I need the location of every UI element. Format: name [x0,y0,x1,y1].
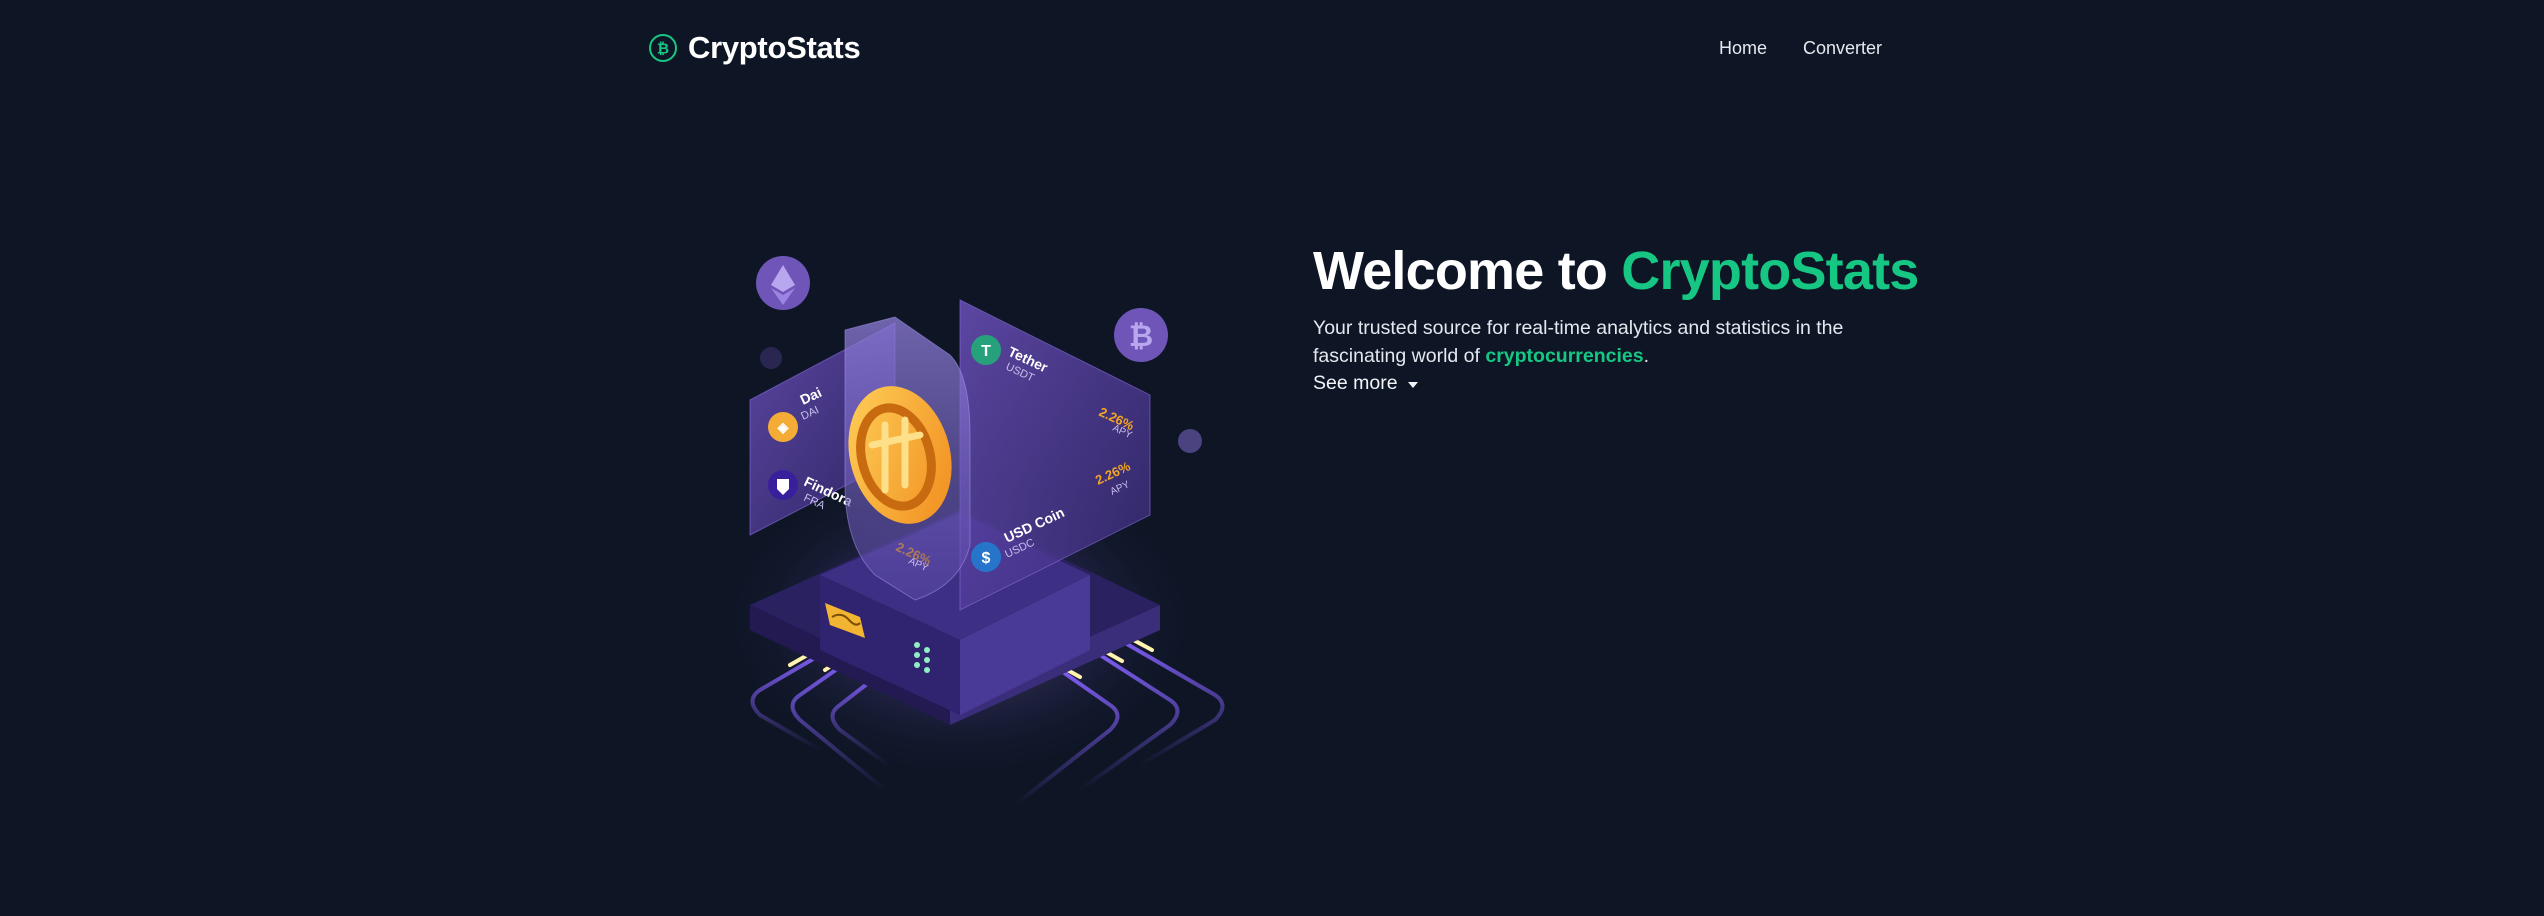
navbar: ₿ CryptoStats Home Converter [648,30,1882,66]
hero-description-highlight: cryptocurrencies [1485,345,1644,367]
hero-illustration: ◈ Dai DAI Findora FRA T Tether USDT 2.26… [660,245,1260,825]
svg-text:T: T [981,343,991,360]
ethereum-icon [756,256,810,310]
see-more-label: See more [1313,372,1398,394]
nav-links: Home Converter [1719,38,1882,59]
nav-link-home[interactable]: Home [1719,38,1767,59]
caret-down-icon [1407,381,1418,388]
hero-title: Welcome to CryptoStats [1313,240,1919,302]
see-more-button[interactable]: See more [1313,372,1418,395]
orb-right [1178,429,1202,453]
bitcoin-icon: ₿ [1114,308,1168,362]
hero-description-end: . [1643,345,1650,367]
brand-logo-link[interactable]: ₿ CryptoStats [648,30,861,66]
svg-text:$: $ [982,550,991,567]
hero-description: Your trusted source for real-time analyt… [1313,314,1893,370]
nav-link-converter[interactable]: Converter [1803,38,1882,59]
brand-name: CryptoStats [688,30,861,65]
hero-title-prefix: Welcome to [1313,241,1622,301]
bitcoin-circle-icon: ₿ [649,34,677,62]
svg-text:₿: ₿ [657,41,669,58]
orb-left [760,347,782,369]
hero-section: Welcome to CryptoStats Your trusted sour… [1313,240,1919,395]
hero-title-accent: CryptoStats [1621,241,1919,301]
isometric-crypto-illustration: ◈ Dai DAI Findora FRA T Tether USDT 2.26… [720,256,1225,807]
page: ₿ CryptoStats Home Converter ◈ Dai DAI F… [0,0,2544,916]
svg-text:₿: ₿ [1129,320,1153,353]
svg-text:◈: ◈ [777,419,790,435]
